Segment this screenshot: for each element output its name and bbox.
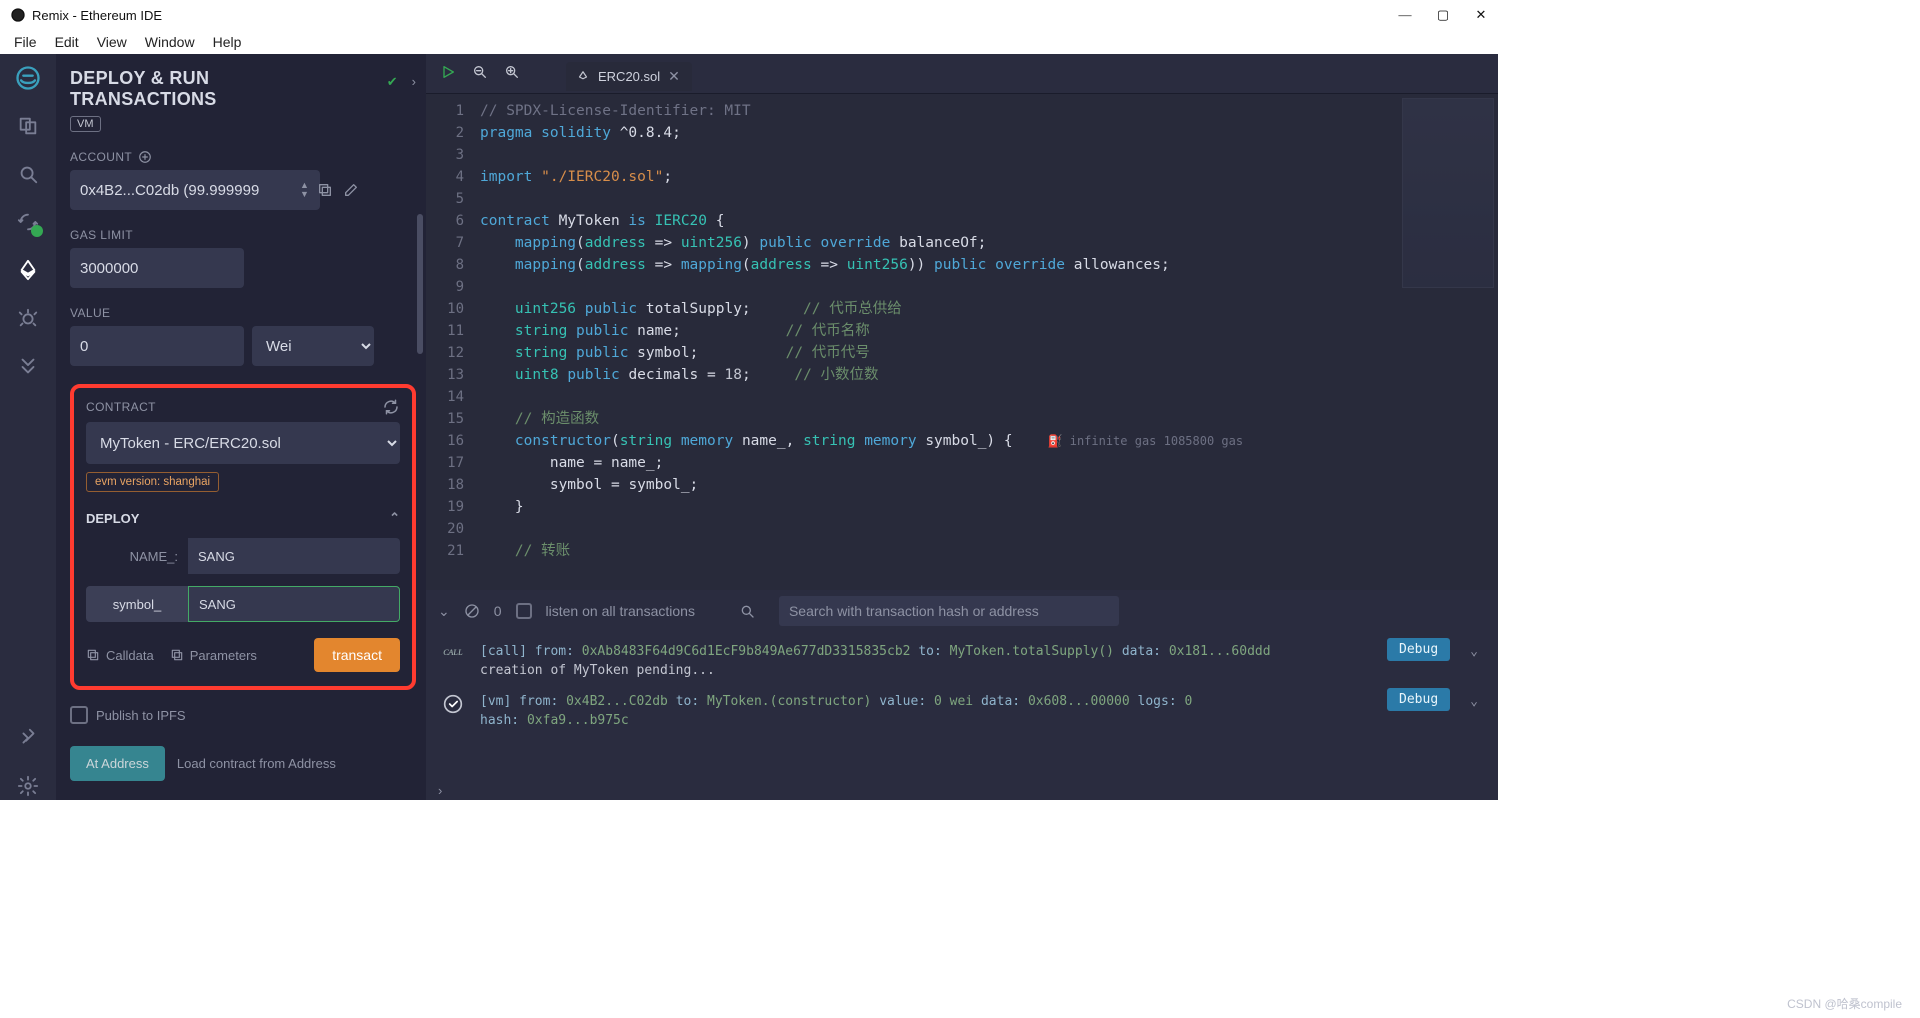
publish-ipfs-label: Publish to IPFS (96, 708, 186, 723)
chevron-down-icon[interactable]: ⌄ (1464, 642, 1484, 661)
vm-tag: VM (70, 116, 101, 132)
double-chevron-icon[interactable] (14, 352, 42, 380)
tab-close-icon[interactable]: ✕ (668, 68, 680, 85)
value-unit-select[interactable]: Wei (252, 326, 374, 366)
terminal-search-input[interactable]: Search with transaction hash or address (779, 596, 1119, 626)
terminal-search-icon[interactable] (739, 603, 755, 619)
contract-label: CONTRACT (86, 400, 156, 414)
account-select[interactable] (70, 170, 320, 210)
param-name-input[interactable] (188, 538, 400, 574)
copy-icon[interactable] (317, 182, 333, 198)
panel-title: DEPLOY & RUNTRANSACTIONS (70, 68, 217, 110)
param-name-label: NAME_: (86, 549, 188, 564)
watermark: CSDN @哈桑compile (1787, 995, 1902, 1012)
deploy-panel: DEPLOY & RUNTRANSACTIONS VM ✔ › ACCOUNT … (56, 54, 426, 800)
listen-checkbox[interactable] (516, 603, 532, 619)
settings-icon[interactable] (14, 772, 42, 800)
listen-label: listen on all transactions (546, 603, 695, 619)
terminal-toggle-icon[interactable]: ⌄ (438, 603, 450, 620)
debug-button[interactable]: Debug (1387, 688, 1450, 711)
zoom-out-icon[interactable] (472, 64, 488, 83)
parameters-button[interactable]: Parameters (170, 648, 257, 663)
log-row[interactable]: [vm] from: 0x4B2...C02db to: MyToken.(co… (440, 686, 1484, 736)
zoom-in-icon[interactable] (504, 64, 520, 83)
check-icon: ✔ (387, 74, 398, 90)
param-symbol-button[interactable]: symbol_ (86, 586, 188, 622)
menu-file[interactable]: File (14, 34, 37, 50)
menu-edit[interactable]: Edit (55, 34, 79, 50)
at-address-button[interactable]: At Address (70, 746, 165, 781)
value-label: VALUE (70, 306, 416, 320)
tab-filename: ERC20.sol (598, 69, 660, 84)
solidity-icon (576, 70, 590, 84)
run-icon[interactable] (440, 64, 456, 83)
gas-limit-input[interactable] (70, 248, 244, 288)
deploy-icon[interactable] (14, 256, 42, 284)
pending-count: 0 (494, 603, 502, 619)
log-row[interactable]: ᴄᴀʟʟ[call] from: 0xAb8483F64d9C6d1EcF9b8… (440, 636, 1484, 686)
calldata-button[interactable]: Calldata (86, 648, 154, 663)
minimap[interactable] (1402, 98, 1494, 288)
refresh-icon[interactable] (382, 398, 400, 416)
file-explorer-icon[interactable] (14, 112, 42, 140)
menu-help[interactable]: Help (213, 34, 242, 50)
publish-ipfs-checkbox[interactable] (70, 706, 88, 724)
debugger-icon[interactable] (14, 304, 42, 332)
gas-label: GAS LIMIT (70, 228, 416, 242)
load-address-placeholder[interactable]: Load contract from Address (177, 746, 416, 781)
main-area: ERC20.sol ✕ 1234567891011121314151617181… (426, 54, 1498, 800)
param-symbol-input[interactable] (188, 586, 400, 622)
plus-circle-icon[interactable] (138, 150, 152, 164)
contract-select[interactable]: MyToken - ERC/ERC20.sol (86, 422, 400, 464)
terminal: ⌄ 0 listen on all transactions Search wi… (426, 590, 1498, 800)
debug-button[interactable]: Debug (1387, 638, 1450, 661)
activity-bar (0, 54, 56, 800)
chevron-right-icon[interactable]: › (412, 74, 416, 90)
menubar: File Edit View Window Help (0, 30, 1498, 54)
menu-view[interactable]: View (97, 34, 127, 50)
edit-icon[interactable] (343, 182, 359, 198)
evm-version-tag: evm version: shanghai (86, 472, 219, 492)
code-editor[interactable]: 123456789101112131415161718192021 // SPD… (426, 94, 1498, 590)
line-gutter: 123456789101112131415161718192021 (426, 94, 474, 590)
menu-window[interactable]: Window (145, 34, 195, 50)
account-label: ACCOUNT (70, 150, 416, 164)
contract-section: CONTRACT MyToken - ERC/ERC20.sol evm ver… (70, 384, 416, 690)
editor-tab[interactable]: ERC20.sol ✕ (566, 62, 692, 91)
chevron-down-icon[interactable]: ⌄ (1464, 692, 1484, 711)
value-input[interactable] (70, 326, 244, 366)
window-title: Remix - Ethereum IDE (32, 8, 162, 23)
window-titlebar: Remix - Ethereum IDE — ▢ ✕ (0, 0, 1498, 30)
close-button[interactable]: ✕ (1474, 7, 1488, 23)
deploy-label: DEPLOY (86, 511, 139, 526)
remix-logo-icon (10, 7, 26, 23)
ban-icon[interactable] (464, 603, 480, 619)
search-icon[interactable] (14, 160, 42, 188)
remix-logo-icon[interactable] (14, 64, 42, 92)
plugin-icon[interactable] (14, 724, 42, 752)
chevron-up-icon[interactable]: ⌃ (389, 510, 400, 526)
compiler-icon[interactable] (14, 208, 42, 236)
transact-button[interactable]: transact (314, 638, 400, 672)
maximize-button[interactable]: ▢ (1436, 7, 1450, 23)
minimize-button[interactable]: — (1398, 7, 1412, 23)
